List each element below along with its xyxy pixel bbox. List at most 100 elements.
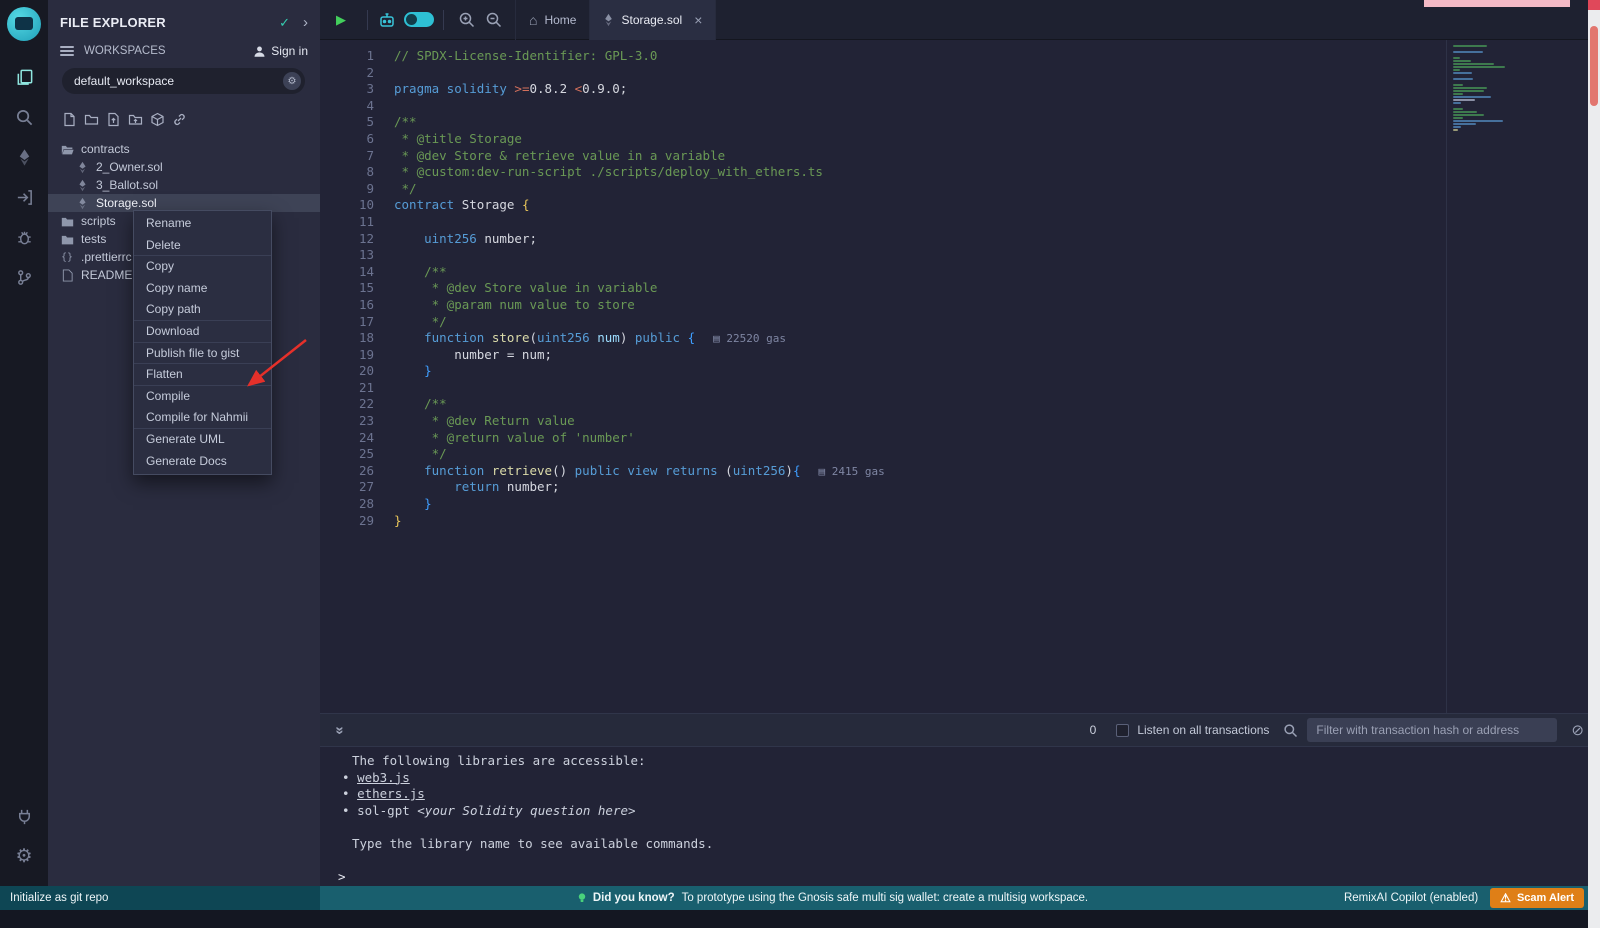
- tree-item-2-owner-sol[interactable]: 2_Owner.sol: [48, 158, 320, 176]
- code-line: */: [394, 314, 885, 331]
- context-menu-item-rename[interactable]: Rename: [134, 213, 271, 235]
- copilot-status[interactable]: RemixAI Copilot (enabled): [1344, 892, 1478, 904]
- upload-file-icon[interactable]: [106, 112, 121, 127]
- context-menu-item-copy-name[interactable]: Copy name: [134, 278, 271, 300]
- transaction-count: 0: [1090, 723, 1097, 737]
- filter-input[interactable]: [1307, 718, 1557, 742]
- tree-item-label: README.: [81, 268, 136, 282]
- debugger-rail-icon[interactable]: [0, 217, 48, 257]
- settings-rail-icon[interactable]: ⚙: [0, 836, 48, 876]
- line-number: 27: [320, 479, 374, 496]
- line-number: 28: [320, 496, 374, 513]
- close-tab-icon[interactable]: ×: [694, 13, 702, 27]
- terminal-line: • sol-gpt <your Solidity question here>: [338, 803, 1600, 820]
- workspace-select[interactable]: default_workspace ⚙: [62, 68, 305, 94]
- tab-home[interactable]: ⌂ Home: [515, 0, 590, 40]
- code-line: [394, 247, 885, 264]
- line-number: 7: [320, 148, 374, 165]
- line-number: 17: [320, 314, 374, 331]
- remix-logo[interactable]: [7, 7, 41, 41]
- check-icon[interactable]: ✓: [279, 15, 290, 31]
- scam-alert-button[interactable]: ⚠ Scam Alert: [1490, 888, 1584, 908]
- line-number: 9: [320, 181, 374, 198]
- code-line: * @dev Return value: [394, 413, 885, 430]
- line-number: 4: [320, 98, 374, 115]
- tab-storage-sol[interactable]: Storage.sol ×: [590, 0, 716, 40]
- terminal-output[interactable]: The following libraries are accessible:•…: [320, 747, 1600, 886]
- zoom-in-icon[interactable]: [458, 11, 475, 28]
- minimap[interactable]: [1453, 45, 1515, 132]
- code-editor[interactable]: 1234567891011121314151617181920212223242…: [320, 40, 1600, 713]
- code-line: * @title Storage: [394, 131, 885, 148]
- copilot-toggle[interactable]: [404, 12, 434, 27]
- annotation-arrow: [226, 330, 322, 402]
- context-menu-item-copy-path[interactable]: Copy path: [134, 299, 271, 321]
- solidity-compiler-rail-icon[interactable]: [0, 137, 48, 177]
- line-number: 20: [320, 363, 374, 380]
- page-scrollbar[interactable]: [1588, 0, 1600, 928]
- file-explorer-rail-icon[interactable]: [0, 57, 48, 97]
- code-line: * @dev Store & retrieve value in a varia…: [394, 148, 885, 165]
- new-file-icon[interactable]: [62, 112, 77, 127]
- context-menu-item-delete[interactable]: Delete: [134, 235, 271, 257]
- panel-header: FILE EXPLORER ✓ ›: [48, 0, 320, 39]
- sign-in-button[interactable]: Sign in: [253, 44, 308, 58]
- search-rail-icon[interactable]: [0, 97, 48, 137]
- source-control-rail-icon[interactable]: [0, 257, 48, 297]
- new-folder-icon[interactable]: [84, 112, 99, 127]
- chevron-right-icon[interactable]: ›: [303, 14, 308, 31]
- gear-icon: ⚙: [15, 847, 32, 866]
- context-menu-item-compile-for-nahmii[interactable]: Compile for Nahmii: [134, 407, 271, 429]
- terminal-line: • web3.js: [338, 770, 1600, 787]
- terminal-link[interactable]: web3.js: [357, 770, 410, 785]
- deploy-and-run-rail-icon[interactable]: [0, 177, 48, 217]
- clear-console-icon[interactable]: ⊘: [1571, 721, 1584, 739]
- line-number: 25: [320, 446, 374, 463]
- collapse-terminal-icon[interactable]: »: [332, 726, 349, 734]
- run-script-button[interactable]: ▶: [336, 12, 346, 28]
- tree-item-label: .prettierrc: [81, 250, 132, 264]
- icon-rail: ⚙: [0, 0, 48, 886]
- code-line: * @dev Store value in variable: [394, 280, 885, 297]
- menu-icon[interactable]: [60, 46, 74, 56]
- main-area: ▶ ⌂ Home Storage.sol ×: [320, 0, 1600, 886]
- git-init-button[interactable]: Initialize as git repo: [0, 886, 320, 910]
- workspace-options-icon[interactable]: ⚙: [283, 72, 301, 90]
- terminal-line: [338, 852, 1600, 869]
- code-line: uint256 number;: [394, 231, 885, 248]
- status-right: RemixAI Copilot (enabled) ⚠ Scam Alert: [1344, 888, 1600, 908]
- search-icon[interactable]: [1283, 723, 1298, 738]
- tree-item-3-ballot-sol[interactable]: 3_Ballot.sol: [48, 176, 320, 194]
- code-line: }: [394, 496, 885, 513]
- divider: [367, 10, 368, 30]
- link-icon[interactable]: [172, 112, 187, 127]
- line-number: 22: [320, 396, 374, 413]
- gas-estimate: ▤ 2415 gas: [818, 465, 884, 478]
- code-line: function store(uint256 num) public {▤ 22…: [394, 330, 885, 347]
- terminal-link[interactable]: ethers.js: [357, 786, 425, 801]
- plugin-manager-rail-icon[interactable]: [0, 796, 48, 836]
- zoom-out-icon[interactable]: [485, 11, 502, 28]
- context-menu-item-generate-docs[interactable]: Generate Docs: [134, 451, 271, 473]
- line-number: 15: [320, 280, 374, 297]
- git-init-label: Initialize as git repo: [10, 892, 108, 904]
- listen-checkbox[interactable]: [1116, 724, 1129, 737]
- braces-icon: {}: [60, 252, 74, 263]
- editor-tabbar: ▶ ⌂ Home Storage.sol ×: [320, 0, 1600, 40]
- code-line: contract Storage {: [394, 197, 885, 214]
- tree-item-contracts[interactable]: contracts: [48, 140, 320, 158]
- file-icon: [60, 269, 74, 282]
- line-number: 14: [320, 264, 374, 281]
- solidity-icon: [75, 179, 89, 192]
- panel-title: FILE EXPLORER: [60, 15, 279, 30]
- upload-folder-icon[interactable]: [128, 112, 143, 127]
- context-menu-item-copy[interactable]: Copy: [134, 256, 271, 278]
- scrollbar-thumb[interactable]: [1590, 26, 1598, 106]
- line-number: 24: [320, 430, 374, 447]
- line-number: 3: [320, 81, 374, 98]
- line-number: 21: [320, 380, 374, 397]
- context-menu-item-generate-uml[interactable]: Generate UML: [134, 429, 271, 451]
- scam-alert-label: Scam Alert: [1517, 892, 1574, 904]
- cube-icon[interactable]: [150, 112, 165, 127]
- solidity-icon: [75, 161, 89, 174]
